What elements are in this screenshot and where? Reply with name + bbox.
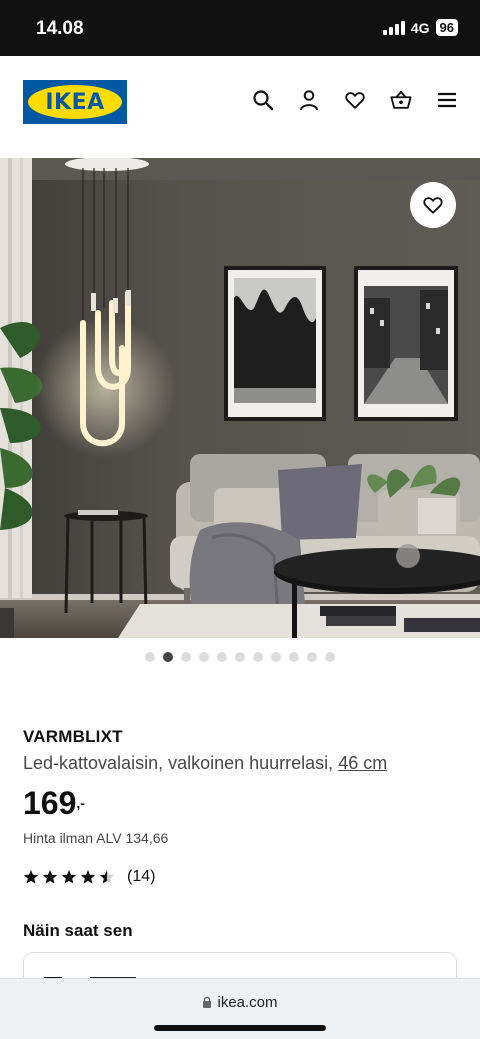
basket-icon[interactable] bbox=[390, 89, 412, 111]
network-label: 4G bbox=[410, 19, 430, 36]
image-carousel-dots bbox=[0, 652, 480, 662]
signal-icon bbox=[382, 20, 405, 35]
product-description-text: Led-kattovalaisin, valkoinen huurrelasi, bbox=[23, 753, 334, 773]
heart-icon[interactable] bbox=[344, 89, 366, 111]
room-illustration bbox=[0, 158, 480, 638]
ikea-logo[interactable]: IKEA bbox=[23, 80, 127, 124]
status-right: 4G 96 bbox=[382, 19, 458, 36]
header-actions bbox=[252, 89, 458, 111]
browser-url-bar[interactable]: ikea.com bbox=[0, 978, 480, 1039]
carousel-dot[interactable] bbox=[325, 652, 335, 662]
price-without-vat: Hinta ilman ALV 134,66 bbox=[23, 830, 169, 846]
product-image[interactable] bbox=[0, 158, 480, 638]
rating-count: (14) bbox=[127, 868, 156, 885]
carousel-dot[interactable] bbox=[289, 652, 299, 662]
menu-icon[interactable] bbox=[436, 89, 458, 111]
carousel-dot[interactable] bbox=[253, 652, 263, 662]
carousel-dot[interactable] bbox=[181, 652, 191, 662]
rating-stars bbox=[23, 869, 115, 885]
carousel-dot[interactable] bbox=[271, 652, 281, 662]
price-suffix: ,- bbox=[76, 795, 85, 811]
add-to-favourites-button[interactable] bbox=[410, 182, 456, 228]
lock-icon bbox=[203, 996, 212, 1008]
price-value: 169 bbox=[23, 785, 77, 821]
star-icon bbox=[80, 870, 96, 884]
product-description: Led-kattovalaisin, valkoinen huurrelasi,… bbox=[23, 753, 387, 774]
search-icon[interactable] bbox=[252, 89, 274, 111]
status-bar: 14.08 4G 96 bbox=[0, 0, 480, 56]
star-icon bbox=[61, 870, 77, 884]
status-time: 14.08 bbox=[36, 18, 84, 39]
carousel-dot[interactable] bbox=[217, 652, 227, 662]
carousel-dot[interactable] bbox=[199, 652, 209, 662]
user-icon[interactable] bbox=[298, 89, 320, 111]
site-header: IKEA bbox=[0, 56, 480, 158]
carousel-dot[interactable] bbox=[163, 652, 173, 662]
battery-icon: 96 bbox=[435, 19, 458, 36]
home-indicator[interactable] bbox=[154, 1025, 326, 1031]
carousel-dot[interactable] bbox=[235, 652, 245, 662]
product-name: VARMBLIXT bbox=[23, 727, 123, 746]
star-icon bbox=[23, 870, 39, 884]
star-icon bbox=[42, 870, 58, 884]
star-icon bbox=[99, 870, 115, 884]
url-text: ikea.com bbox=[217, 994, 278, 1011]
product-rating[interactable]: (14) bbox=[23, 868, 155, 886]
carousel-dot[interactable] bbox=[145, 652, 155, 662]
product-price: 169 ,- bbox=[23, 785, 85, 822]
carousel-dot[interactable] bbox=[307, 652, 317, 662]
logo-text: IKEA bbox=[45, 89, 105, 115]
product-size-link[interactable]: 46 cm bbox=[338, 753, 387, 773]
delivery-section-title: Näin saat sen bbox=[23, 921, 133, 940]
url-display[interactable]: ikea.com bbox=[0, 994, 480, 1011]
heart-icon bbox=[423, 197, 443, 214]
